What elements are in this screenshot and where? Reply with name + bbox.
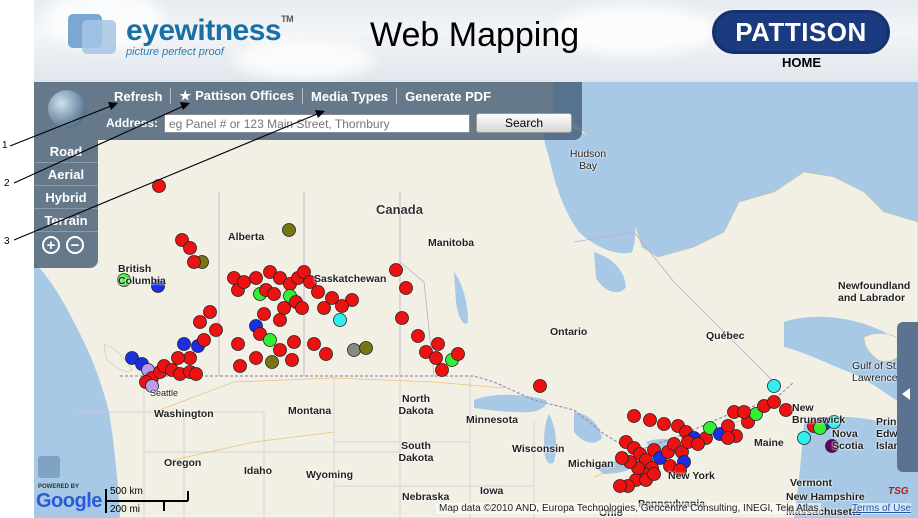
terms-of-use-link[interactable]: Terms of Use xyxy=(852,503,911,514)
map-attribution: Map data ©2010 AND, Europa Technologies,… xyxy=(436,503,822,514)
annotation-line-1 xyxy=(9,103,117,147)
google-logo[interactable]: Google xyxy=(36,490,102,513)
annotation-3: 3 xyxy=(4,236,10,247)
annotation-line-2 xyxy=(13,103,189,184)
annotation-2: 2 xyxy=(4,178,10,189)
scale-mi-label: 200 mi xyxy=(110,504,141,515)
annotation-arrow-1 xyxy=(108,102,118,110)
scale-km-label: 500 km xyxy=(110,486,143,497)
chevron-left-icon xyxy=(902,388,910,400)
side-panel-toggle[interactable] xyxy=(897,322,918,472)
annotation-arrow-3 xyxy=(315,110,325,118)
annotation-arrow-2 xyxy=(180,102,190,110)
annotation-overlay xyxy=(9,102,325,241)
map-overlay-icon[interactable] xyxy=(38,456,60,478)
annotation-line-3 xyxy=(13,111,323,241)
tsg-logo: TSG xyxy=(888,486,909,497)
annotation-1: 1 xyxy=(2,140,8,151)
